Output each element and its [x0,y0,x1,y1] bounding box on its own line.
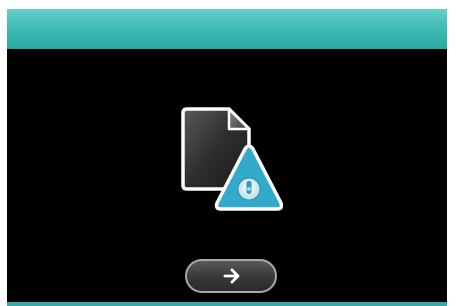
document-warning-icon [179,107,283,219]
device-screen [7,9,447,306]
header-bar [7,9,447,49]
bottom-edge [7,302,447,306]
arrow-right-icon [223,268,240,284]
next-button[interactable] [185,259,277,293]
